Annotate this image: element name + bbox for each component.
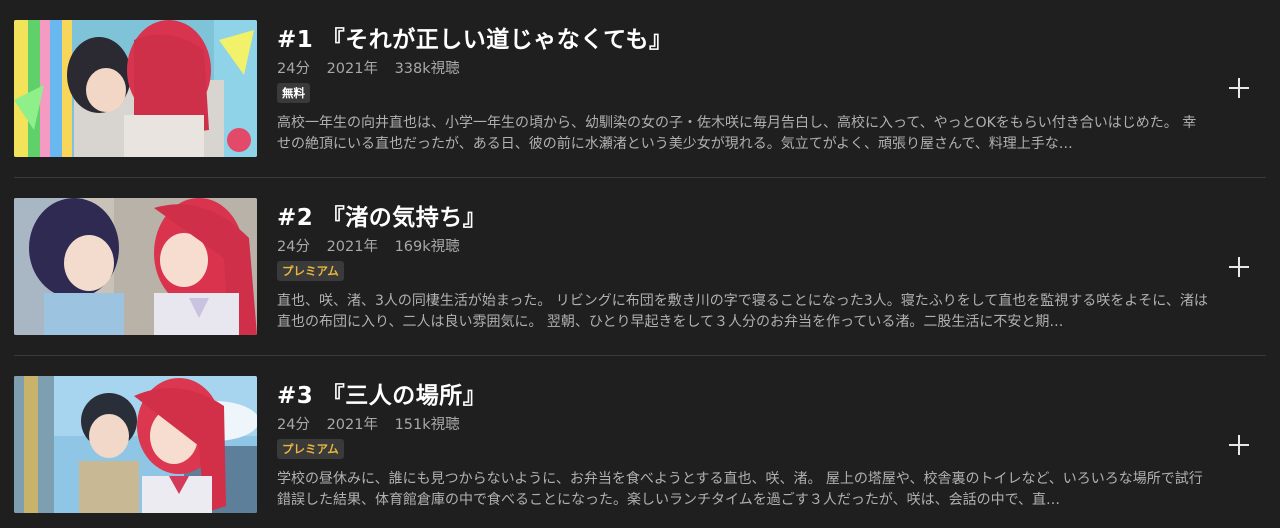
thumbnail-image (14, 20, 257, 157)
episode-duration: 24分 (277, 239, 310, 255)
add-to-list-plus-icon[interactable] (1224, 73, 1254, 103)
episode-description: 直也、咲、渚、3人の同棲生活が始まった。 リビングに布団を敷き川の字で寝ることに… (277, 293, 1208, 330)
episode-views: 151k視聴 (394, 417, 460, 433)
add-to-list-plus-icon[interactable] (1224, 252, 1254, 282)
episode-title[interactable]: #1 『それが正しい道じゃなくても』 (277, 20, 672, 54)
episode-views: 338k視聴 (394, 61, 460, 77)
episode-description: 高校一年生の向井直也は、小学一年生の頃から、幼馴染の女の子・佐木咲に毎月告白し、… (277, 115, 1197, 152)
free-badge: 無料 (277, 83, 310, 103)
episode-year: 2021年 (326, 239, 378, 255)
premium-badge: プレミアム (277, 261, 344, 281)
episode-thumbnail[interactable] (14, 376, 257, 513)
episode-title[interactable]: #2 『渚の気持ち』 (277, 198, 486, 232)
episode-meta: 24分 2021年 151k視聴 (277, 413, 472, 434)
episode-thumbnail[interactable] (14, 198, 257, 335)
add-to-list-plus-icon[interactable] (1224, 430, 1254, 460)
episode-item-2[interactable]: #2 『渚の気持ち』 24分 2021年 169k視聴 プレミアム 直也、咲、渚… (0, 178, 1280, 356)
episode-item-1[interactable]: #1 『それが正しい道じゃなくても』 24分 2021年 338k視聴 無料 高… (0, 0, 1280, 178)
thumbnail-image (14, 376, 257, 513)
episode-title[interactable]: #3 『三人の場所』 (277, 376, 486, 410)
episode-meta: 24分 2021年 338k視聴 (277, 57, 472, 78)
episode-views: 169k視聴 (394, 239, 460, 255)
premium-badge: プレミアム (277, 439, 344, 459)
episode-year: 2021年 (326, 61, 378, 77)
episode-thumbnail[interactable] (14, 20, 257, 157)
episode-meta: 24分 2021年 169k視聴 (277, 235, 472, 256)
episode-list: #1 『それが正しい道じゃなくても』 24分 2021年 338k視聴 無料 高… (0, 0, 1280, 528)
episode-year: 2021年 (326, 417, 378, 433)
episode-item-3[interactable]: #3 『三人の場所』 24分 2021年 151k視聴 プレミアム 学校の昼休み… (0, 356, 1280, 528)
episode-duration: 24分 (277, 417, 310, 433)
episode-duration: 24分 (277, 61, 310, 77)
episode-description: 学校の昼休みに、誰にも見つからないように、お弁当を食べようとする直也、咲、渚。 … (277, 471, 1203, 508)
thumbnail-image (14, 198, 257, 335)
